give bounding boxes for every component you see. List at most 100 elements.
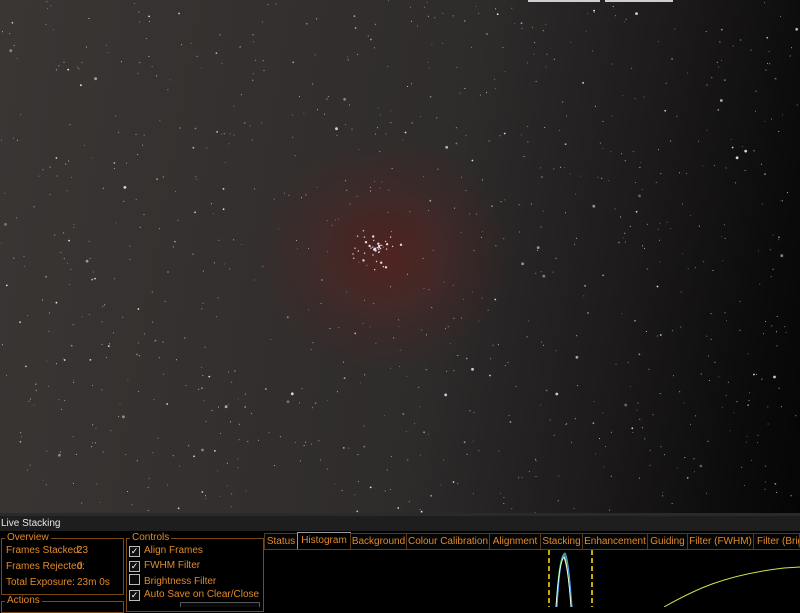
histogram-plot[interactable] bbox=[264, 549, 800, 607]
brightness-filter-toggle[interactable]: Brightness Filter bbox=[129, 574, 216, 588]
star bbox=[201, 366, 203, 368]
cluster-star bbox=[379, 247, 382, 250]
star bbox=[757, 442, 759, 443]
cluster-star bbox=[372, 254, 374, 256]
star bbox=[417, 25, 419, 27]
cluster-star bbox=[368, 244, 371, 248]
star bbox=[520, 134, 522, 136]
tab-guiding[interactable]: Guiding bbox=[647, 533, 688, 549]
star bbox=[64, 400, 66, 401]
star bbox=[518, 477, 520, 479]
star bbox=[437, 168, 439, 170]
star bbox=[764, 488, 766, 490]
cluster-star bbox=[380, 244, 382, 246]
star bbox=[764, 481, 766, 483]
auto-save-toggle[interactable]: ✓ Auto Save on Clear/Close bbox=[129, 589, 259, 601]
star bbox=[542, 30, 544, 32]
stacked-image-viewer[interactable] bbox=[0, 0, 800, 513]
star bbox=[735, 156, 739, 160]
star bbox=[473, 412, 475, 414]
star bbox=[454, 207, 456, 209]
tab-histogram[interactable]: Histogram bbox=[297, 532, 351, 549]
star bbox=[780, 200, 782, 202]
star bbox=[62, 358, 64, 360]
star bbox=[726, 320, 727, 322]
star bbox=[425, 369, 427, 371]
star bbox=[311, 443, 313, 445]
star bbox=[679, 391, 681, 393]
star bbox=[502, 47, 504, 48]
tab-background[interactable]: Background bbox=[350, 533, 407, 549]
star bbox=[318, 440, 320, 442]
star bbox=[641, 427, 643, 429]
star bbox=[55, 69, 57, 71]
star bbox=[521, 477, 523, 479]
star bbox=[545, 23, 547, 25]
star bbox=[656, 285, 659, 288]
star bbox=[245, 490, 247, 492]
tab-enhancement[interactable]: Enhancement bbox=[582, 533, 648, 549]
star bbox=[670, 140, 672, 142]
star bbox=[566, 115, 568, 117]
star bbox=[104, 304, 106, 306]
star bbox=[379, 114, 381, 116]
brightness-filter-checkbox[interactable] bbox=[129, 574, 140, 585]
align-frames-checkbox[interactable]: ✓ bbox=[129, 546, 140, 557]
controls-button-fragment[interactable] bbox=[180, 602, 260, 607]
star bbox=[759, 283, 761, 285]
star bbox=[181, 44, 183, 46]
star bbox=[19, 440, 22, 443]
tab-status[interactable]: Status bbox=[264, 533, 298, 549]
star bbox=[230, 421, 231, 423]
star bbox=[774, 77, 777, 80]
star bbox=[263, 70, 265, 72]
tab-filter-brightness[interactable]: Filter (Brigh bbox=[753, 533, 800, 548]
star bbox=[718, 376, 720, 378]
star bbox=[72, 379, 74, 381]
star bbox=[377, 107, 379, 109]
star bbox=[388, 0, 390, 2]
star bbox=[447, 326, 449, 328]
star bbox=[386, 469, 388, 471]
auto-save-checkbox[interactable]: ✓ bbox=[129, 590, 140, 601]
star bbox=[615, 15, 616, 17]
tab-stacking[interactable]: Stacking bbox=[540, 533, 583, 549]
star bbox=[347, 56, 349, 58]
star bbox=[771, 118, 772, 120]
cluster-star bbox=[384, 266, 388, 269]
star bbox=[54, 234, 56, 236]
star bbox=[666, 221, 668, 223]
star bbox=[702, 165, 704, 167]
star bbox=[211, 410, 213, 412]
tab-colour-calibration[interactable]: Colour Calibration bbox=[406, 533, 490, 549]
star bbox=[321, 279, 323, 281]
star bbox=[219, 34, 221, 36]
star bbox=[646, 268, 648, 270]
star bbox=[152, 321, 154, 323]
align-frames-toggle[interactable]: ✓ Align Frames bbox=[129, 545, 203, 557]
star bbox=[535, 272, 537, 274]
star bbox=[566, 423, 568, 425]
tab-filter-fwhm[interactable]: Filter (FWHM) bbox=[687, 533, 754, 549]
star bbox=[494, 78, 496, 80]
star bbox=[706, 84, 708, 86]
star bbox=[780, 254, 784, 258]
star bbox=[233, 105, 235, 107]
star bbox=[1, 344, 3, 346]
fwhm-filter-checkbox[interactable]: ✓ bbox=[129, 561, 140, 572]
star bbox=[624, 403, 628, 407]
star bbox=[509, 421, 512, 423]
star bbox=[544, 127, 546, 128]
star bbox=[719, 41, 721, 43]
star bbox=[203, 400, 205, 401]
star bbox=[252, 41, 254, 43]
star bbox=[571, 441, 573, 443]
star bbox=[639, 167, 641, 168]
controls-legend: Controls bbox=[130, 532, 172, 544]
auto-save-label: Auto Save on Clear/Close bbox=[144, 589, 260, 600]
tab-alignment[interactable]: Alignment bbox=[489, 533, 541, 549]
fwhm-filter-toggle[interactable]: ✓ FWHM Filter bbox=[129, 560, 200, 572]
star bbox=[69, 124, 71, 126]
star bbox=[764, 120, 766, 122]
star bbox=[102, 305, 104, 307]
